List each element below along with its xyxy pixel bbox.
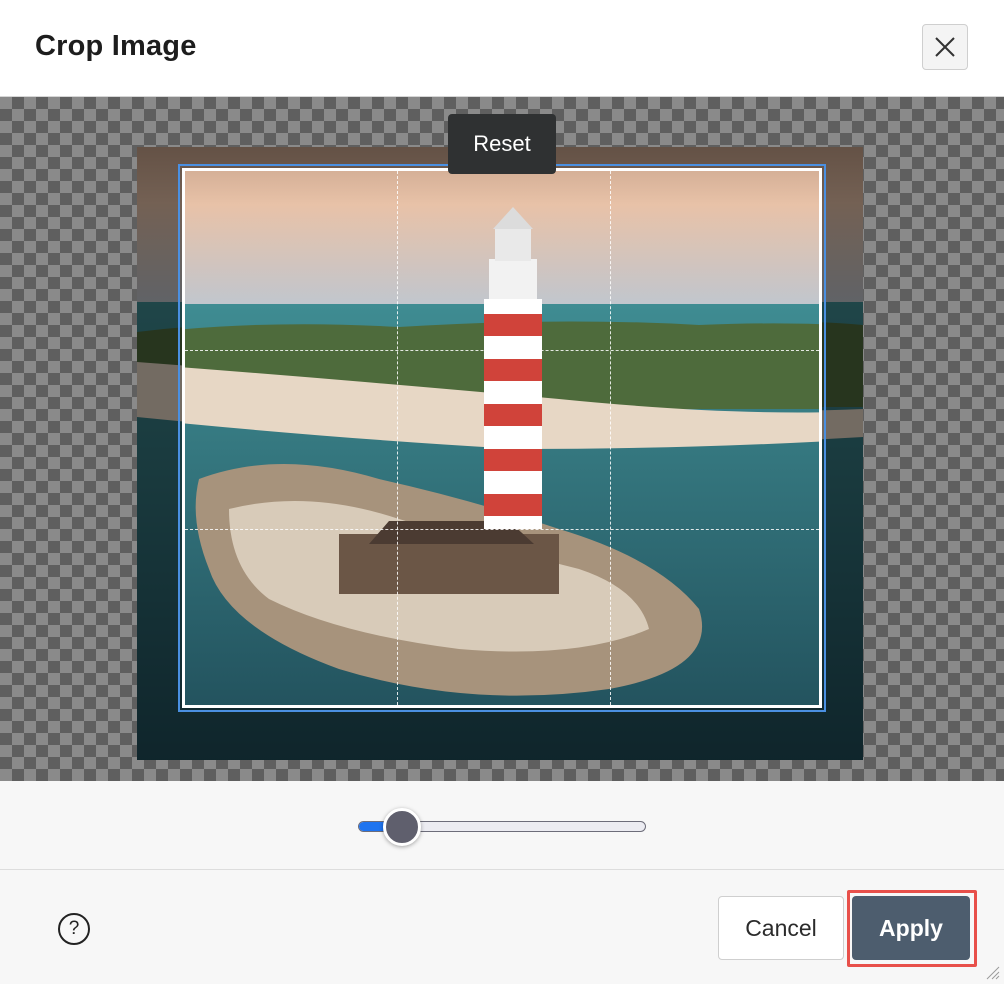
resize-grip-icon[interactable]	[984, 964, 1000, 980]
help-icon: ?	[68, 918, 80, 939]
crop-grid-line-v2	[610, 171, 611, 705]
crop-grid-line-h1	[185, 350, 819, 351]
close-button[interactable]	[922, 24, 968, 70]
crop-stage: Reset	[0, 97, 1004, 781]
apply-button[interactable]: Apply	[852, 896, 970, 960]
zoom-slider-thumb[interactable]	[382, 808, 421, 846]
crop-grid-line-h2	[185, 529, 819, 530]
cropped-photo	[185, 171, 819, 705]
dialog-title: Crop Image	[35, 30, 197, 62]
zoom-slider-area	[0, 781, 1004, 870]
dialog-header: Crop Image	[0, 0, 1004, 97]
crop-selection	[182, 168, 822, 708]
dialog-footer: ? Cancel Apply	[0, 870, 1004, 984]
crop-grid-line-v1	[397, 171, 398, 705]
cancel-button[interactable]: Cancel	[718, 896, 844, 960]
close-icon	[935, 37, 955, 57]
reset-button[interactable]: Reset	[448, 114, 556, 174]
crop-image-dialog: Crop Image Reset ? Cancel Apply	[0, 0, 1004, 984]
crop-box[interactable]	[178, 164, 826, 712]
zoom-slider[interactable]	[358, 808, 646, 846]
help-button[interactable]: ?	[58, 913, 90, 945]
